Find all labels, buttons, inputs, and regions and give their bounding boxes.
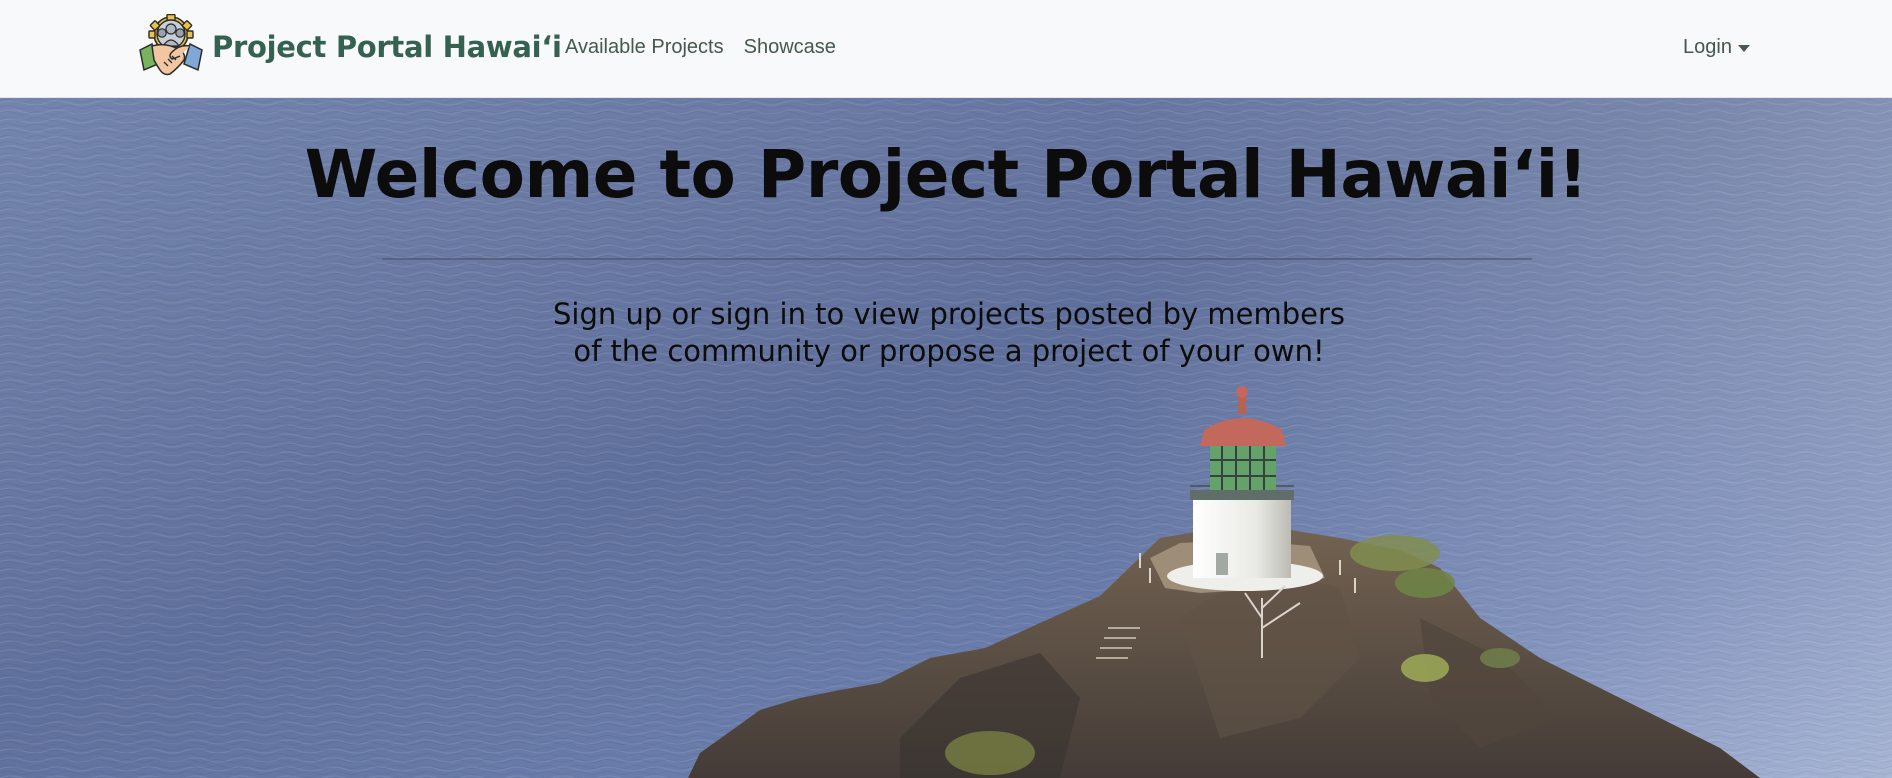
nav-links: Available Projects Showcase bbox=[565, 36, 856, 59]
hero-section: Welcome to Project Portal Hawai‘i! Sign … bbox=[0, 98, 1892, 778]
hero-title: Welcome to Project Portal Hawai‘i! bbox=[304, 136, 1588, 213]
login-dropdown[interactable]: Login bbox=[1683, 36, 1750, 59]
navbar: Project Portal Hawai‘i Available Project… bbox=[0, 0, 1892, 98]
hero-divider bbox=[382, 258, 1532, 260]
brand-link[interactable]: Project Portal Hawai‘i bbox=[138, 14, 562, 80]
hero-subtitle: Sign up or sign in to view projects post… bbox=[552, 297, 1345, 368]
caret-down-icon bbox=[1737, 45, 1750, 52]
handshake-gear-people-icon bbox=[139, 14, 203, 76]
brand-title: Project Portal Hawai‘i bbox=[212, 30, 562, 64]
nav-link-available-projects[interactable]: Available Projects bbox=[565, 36, 724, 59]
login-label: Login bbox=[1683, 36, 1732, 58]
nav-link-showcase[interactable]: Showcase bbox=[744, 36, 836, 59]
